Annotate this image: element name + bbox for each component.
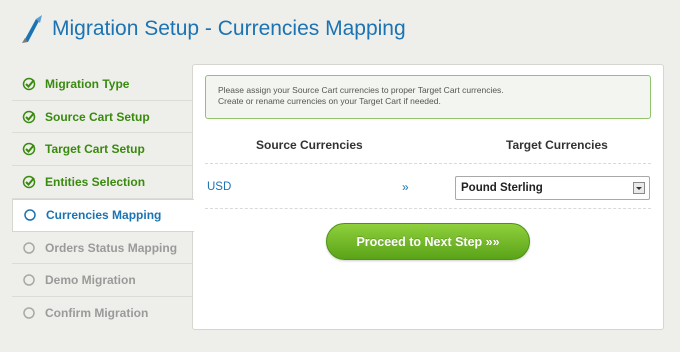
step-label: Currencies Mapping <box>46 208 162 223</box>
step-confirm-migration: Confirm Migration <box>12 297 192 330</box>
step-currencies-mapping[interactable]: Currencies Mapping <box>12 198 194 232</box>
main-panel: Please assign your Source Cart currencie… <box>192 64 664 330</box>
step-label: Demo Migration <box>45 273 136 288</box>
notice-line: Please assign your Source Cart currencie… <box>218 85 504 95</box>
step-entities-selection[interactable]: Entities Selection <box>12 166 192 199</box>
header: Migration Setup - Currencies Mapping <box>0 0 680 62</box>
step-orders-status-mapping: Orders Status Mapping <box>12 232 192 265</box>
source-currencies-header: Source Currencies <box>256 138 363 152</box>
target-currency-value: Pound Sterling <box>461 182 543 194</box>
step-label: Target Cart Setup <box>45 142 145 157</box>
step-demo-migration: Demo Migration <box>12 264 192 298</box>
circle-icon <box>23 274 35 287</box>
page-title: Migration Setup - Currencies Mapping <box>52 17 406 40</box>
step-label: Entities Selection <box>45 174 146 189</box>
check-circle-icon <box>22 175 36 189</box>
circle-icon <box>23 307 35 320</box>
step-label: Migration Type <box>45 76 130 91</box>
step-label: Source Cart Setup <box>45 109 150 124</box>
source-currency-usd: USD <box>207 181 232 193</box>
chevron-down-icon[interactable] <box>633 182 645 194</box>
mapping-arrow: » <box>402 180 409 194</box>
proceed-button[interactable]: Proceed to Next Step »» <box>326 223 530 260</box>
steps-sidebar: Migration Type Source Cart Setup Target … <box>12 68 194 330</box>
check-circle-icon <box>22 110 36 123</box>
circle-icon <box>23 241 35 254</box>
step-migration-type[interactable]: Migration Type <box>12 68 192 101</box>
arrow-pen-icon <box>22 15 42 43</box>
step-target-cart-setup[interactable]: Target Cart Setup <box>12 133 192 167</box>
row-divider <box>205 208 651 209</box>
check-circle-icon <box>22 77 36 91</box>
target-currencies-header: Target Currencies <box>506 138 608 152</box>
check-circle-icon <box>22 142 36 156</box>
circle-icon <box>24 209 36 221</box>
step-label: Orders Status Mapping <box>45 240 178 255</box>
info-notice: Please assign your Source Cart currencie… <box>205 75 651 119</box>
row-divider <box>205 163 651 164</box>
notice-line: Create or rename currencies on your Targ… <box>218 96 441 106</box>
step-source-cart-setup[interactable]: Source Cart Setup <box>12 101 192 134</box>
step-label: Confirm Migration <box>45 306 149 321</box>
target-currency-select[interactable]: Pound Sterling <box>455 176 650 200</box>
